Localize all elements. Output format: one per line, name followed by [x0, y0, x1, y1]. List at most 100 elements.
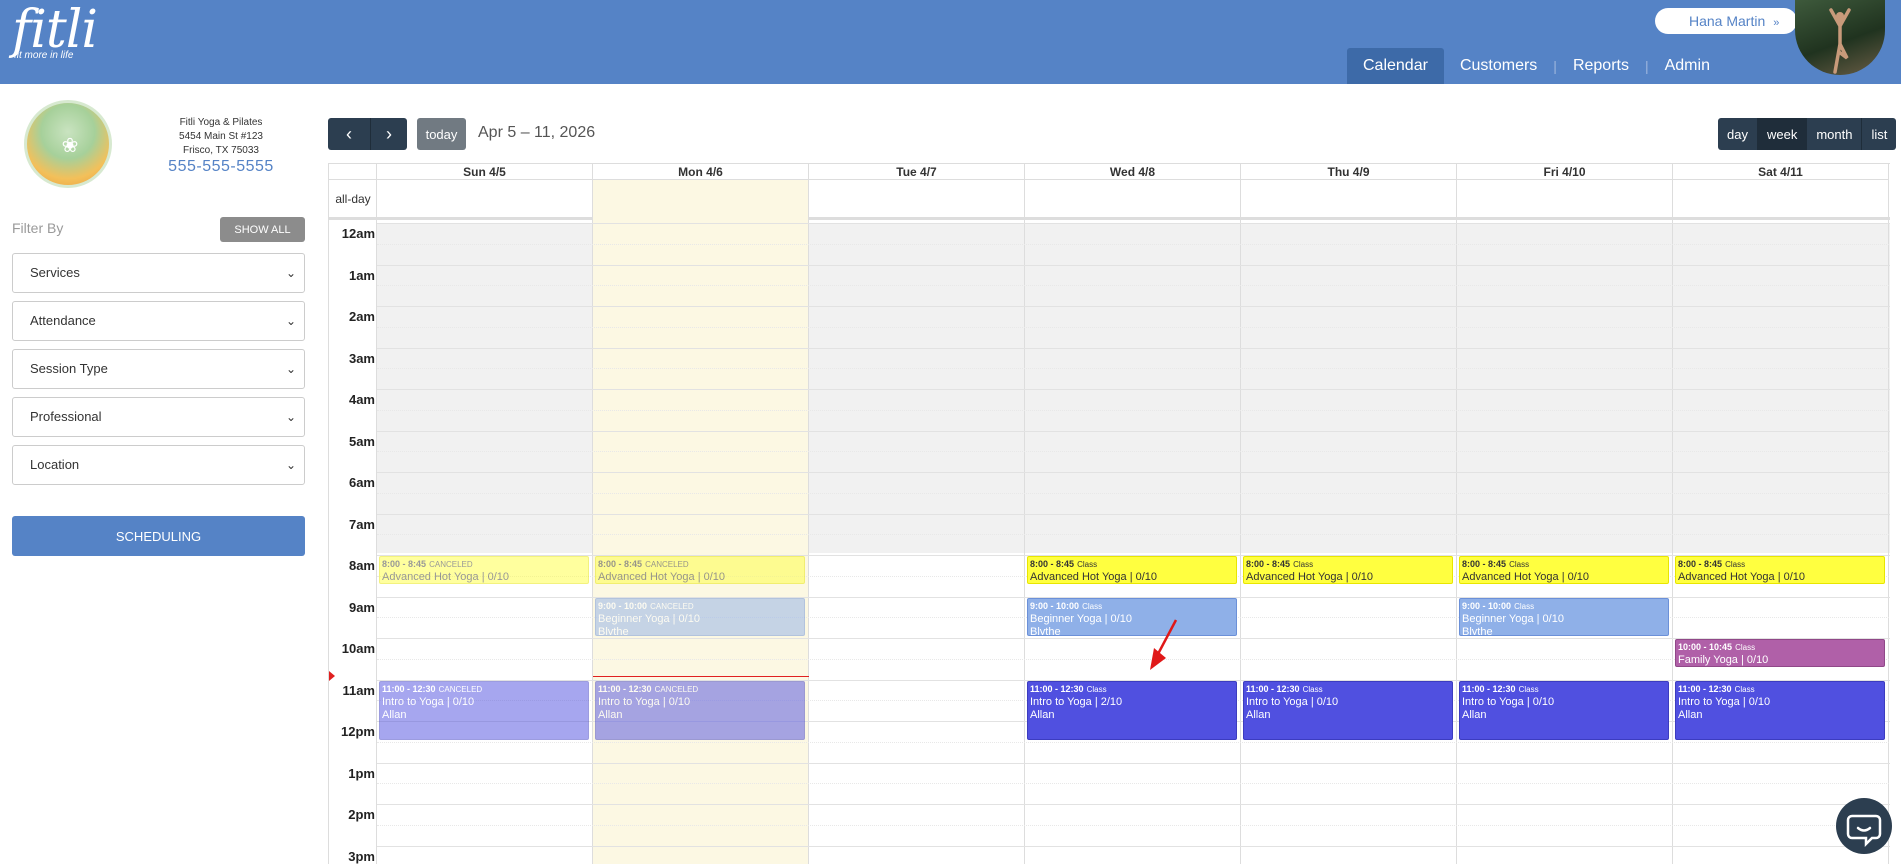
scheduling-button[interactable]: SCHEDULING	[12, 516, 305, 556]
session-type-select[interactable]: Session Type ⌄	[12, 349, 305, 389]
event-instructor: Allan	[1678, 708, 1703, 721]
show-all-button[interactable]: SHOW ALL	[220, 217, 305, 242]
studio-address-1: 5454 Main St #123	[179, 131, 263, 142]
event-tag: Class	[1725, 560, 1746, 569]
attendance-select[interactable]: Attendance ⌄	[12, 301, 305, 341]
day-column[interactable]	[377, 180, 593, 864]
hour-line	[377, 264, 1890, 266]
nav-reports[interactable]: Reports	[1557, 48, 1645, 84]
location-select[interactable]: Location ⌄	[12, 445, 305, 485]
fitli-logo[interactable]: fitli fit more in life	[12, 4, 98, 61]
next-week-button[interactable]: ›	[370, 118, 407, 150]
calendar-event[interactable]: 8:00 - 8:45 Class Advanced Hot Yoga | 0/1…	[1675, 556, 1885, 585]
day-header[interactable]: Thu 4/9	[1241, 164, 1457, 180]
calendar-event[interactable]: 8:00 - 8:45 Class Advanced Hot Yoga | 0/1…	[1243, 556, 1453, 585]
studio-phone[interactable]: 555-555-5555	[150, 158, 292, 176]
calendar-event[interactable]: 8:00 - 8:45 Class Advanced Hot Yoga | 0/1…	[1027, 556, 1237, 585]
time-label: 8am	[348, 558, 375, 573]
week-calendar: all-day Sun 4/5 Mon 4/6 Tue 4/7 Wed 4/8 Thu …	[328, 163, 1890, 864]
time-label: 12am	[341, 226, 375, 241]
calendar-event[interactable]: 9:00 - 10:00 Class Beginner Yoga | 0/10 Bl…	[1027, 597, 1237, 636]
event-time: 8:00 - 8:45	[382, 559, 427, 569]
avatar[interactable]	[1795, 0, 1885, 75]
event-time: 9:00 - 10:00	[598, 600, 648, 611]
day-header[interactable]: Sun 4/5	[377, 164, 593, 180]
half-hour-line	[377, 492, 1890, 494]
calendar-event[interactable]: 11:00 - 12:30 Class Intro to Yoga | 0/10 A…	[1675, 680, 1885, 740]
filter-label: Filter By	[12, 220, 64, 236]
day-column[interactable]	[1025, 180, 1241, 864]
half-hour-line	[377, 285, 1890, 287]
calendar-event[interactable]: 9:00 - 10:00 CANCELED Beginner Yoga | 0/1…	[595, 597, 805, 636]
lotus-icon: ❀	[61, 135, 79, 157]
calendar-event[interactable]: 8:00 - 8:45 CANCELED Advanced Hot Yoga | …	[379, 556, 589, 585]
calendar-event[interactable]: 9:00 - 10:00 Class Beginner Yoga | 0/10 Bl…	[1459, 597, 1669, 636]
day-column[interactable]	[1241, 180, 1457, 864]
chat-bubble-icon	[1846, 814, 1882, 848]
time-label: 11am	[342, 682, 375, 698]
time-label: 3pm	[348, 848, 375, 864]
event-title: Advanced Hot Yoga | 0/10	[598, 571, 726, 583]
event-tag: Class	[1086, 684, 1107, 694]
view-week-button[interactable]: week	[1756, 118, 1807, 150]
day-header[interactable]: Fri 4/10	[1457, 164, 1673, 180]
day-header[interactable]: Sat 4/11	[1673, 164, 1889, 180]
day-header[interactable]: Wed 4/8	[1025, 164, 1241, 180]
view-list-button[interactable]: list	[1861, 118, 1897, 150]
event-time: 11:00 - 12:30	[598, 683, 652, 694]
calendar-event[interactable]: 11:00 - 12:30 CANCELED Intro to Yoga | 0/…	[595, 680, 805, 740]
time-gutter-header	[329, 164, 377, 180]
event-title: Intro to Yoga | 0/10	[382, 695, 475, 708]
studio-logo: ❀	[24, 100, 112, 188]
event-tag: Class	[1293, 560, 1314, 569]
chat-button[interactable]	[1836, 798, 1892, 854]
professional-select[interactable]: Professional ⌄	[12, 397, 305, 437]
calendar-event[interactable]: 11:00 - 12:30 CANCELED Intro to Yoga | 0/…	[379, 680, 589, 740]
calendar-event[interactable]: 8:00 - 8:45 CANCELED Advanced Hot Yoga | …	[595, 556, 805, 585]
day-column[interactable]	[1457, 180, 1673, 864]
date-range: Apr 5 – 11, 2026	[478, 124, 596, 141]
hour-line	[377, 389, 1890, 390]
event-title: Advanced Hot Yoga | 0/10	[1246, 571, 1374, 583]
user-name: Hana Martin	[1689, 13, 1766, 29]
time-label: 3am	[348, 350, 375, 366]
day-column[interactable]	[809, 180, 1025, 864]
event-time: 9:00 - 10:00	[1030, 600, 1080, 611]
day-header[interactable]: Mon 4/6	[593, 164, 809, 180]
event-time: 8:00 - 8:45	[1030, 559, 1075, 569]
event-instructor: Allan	[382, 708, 407, 721]
day-column[interactable]	[593, 180, 809, 864]
event-tag: CANCELED	[645, 560, 689, 569]
studio-info: Fitli Yoga & Pilates 5454 Main St #123 F…	[150, 116, 292, 158]
event-title: Intro to Yoga | 2/10	[1030, 695, 1123, 708]
hour-line	[377, 804, 1890, 805]
nav-customers[interactable]: Customers	[1444, 48, 1553, 84]
event-tag: CANCELED	[429, 560, 473, 569]
day-header[interactable]: Tue 4/7	[809, 164, 1025, 180]
calendar-event[interactable]: 10:00 - 10:45 Class Family Yoga | 0/10	[1675, 639, 1885, 668]
studio-name: Fitli Yoga & Pilates	[179, 117, 263, 128]
half-hour-line	[377, 534, 1890, 536]
today-button[interactable]: today	[417, 118, 466, 150]
nav-admin[interactable]: Admin	[1649, 48, 1726, 84]
services-select[interactable]: Services ⌄	[12, 253, 305, 293]
time-label: 6am	[348, 475, 375, 490]
event-time: 8:00 - 8:45	[598, 559, 643, 569]
time-label: 4am	[348, 392, 375, 407]
prev-week-button[interactable]: ‹	[328, 118, 370, 150]
event-instructor: Allan	[1246, 708, 1271, 721]
view-month-button[interactable]: month	[1806, 118, 1862, 150]
calendar-event[interactable]: 11:00 - 12:30 Class Intro to Yoga | 0/10 A…	[1243, 680, 1453, 740]
select-label: Services	[30, 265, 80, 280]
event-time: 8:00 - 8:45	[1678, 559, 1723, 569]
user-menu[interactable]: Hana Martin »	[1655, 8, 1797, 34]
calendar-event[interactable]: 8:00 - 8:45 Class Advanced Hot Yoga | 0/1…	[1459, 556, 1669, 585]
half-hour-line	[377, 243, 1890, 245]
view-day-button[interactable]: day	[1718, 118, 1757, 150]
day-column[interactable]	[1673, 180, 1889, 864]
nav-calendar[interactable]: Calendar	[1347, 48, 1444, 84]
calendar-event[interactable]: 11:00 - 12:30 Class Intro to Yoga | 0/10 A…	[1459, 680, 1669, 740]
hour-line	[377, 223, 1890, 224]
event-time: 11:00 - 12:30	[1462, 683, 1516, 694]
calendar-event[interactable]: 11:00 - 12:30 Class Intro to Yoga | 2/10 A…	[1027, 680, 1237, 740]
